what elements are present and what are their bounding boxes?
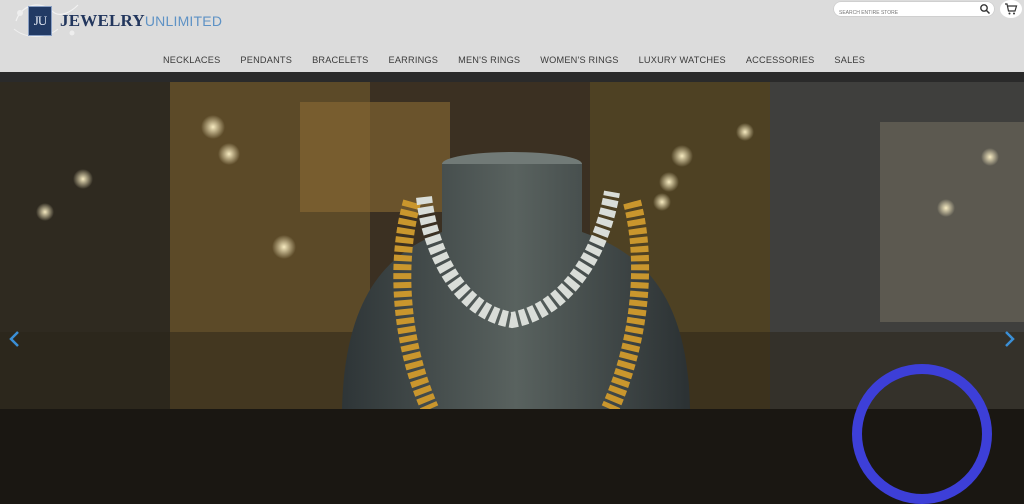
necklace-display-image bbox=[0, 82, 1024, 409]
nav-item-necklaces[interactable]: NECKLACES bbox=[163, 50, 220, 70]
nav-item-earrings[interactable]: EARRINGS bbox=[389, 50, 439, 70]
nav-item-sales[interactable]: SALES bbox=[834, 50, 865, 70]
search-box bbox=[833, 1, 995, 21]
search-input[interactable] bbox=[837, 5, 971, 21]
cart-button[interactable] bbox=[1000, 0, 1022, 18]
nav-item-pendants[interactable]: PENDANTS bbox=[240, 50, 292, 70]
nav-item-accessories[interactable]: ACCESSORIES bbox=[746, 50, 815, 70]
logo-mark: JU bbox=[28, 6, 52, 36]
chevron-right-icon[interactable] bbox=[1000, 330, 1018, 348]
nav-item-mens-rings[interactable]: MEN'S RINGS bbox=[458, 50, 520, 70]
brand-name: JEWELRYUNLIMITED bbox=[60, 11, 222, 31]
nav-item-luxury-watches[interactable]: LUXURY WATCHES bbox=[639, 50, 726, 70]
brand-name-part2: UNLIMITED bbox=[144, 13, 223, 29]
nav-item-womens-rings[interactable]: WOMEN'S RINGS bbox=[540, 50, 618, 70]
hero-slider bbox=[0, 82, 1024, 409]
search-icon[interactable] bbox=[979, 3, 991, 15]
cart-icon bbox=[1005, 3, 1018, 15]
header-divider bbox=[0, 72, 1024, 82]
promo-badge-ring bbox=[852, 364, 992, 504]
nav-item-bracelets[interactable]: BRACELETS bbox=[312, 50, 368, 70]
site-header: JU JEWELRYUNLIMITED NECKLACES PENDANTS B… bbox=[0, 0, 1024, 72]
main-navigation: NECKLACES PENDANTS BRACELETS EARRINGS ME… bbox=[0, 50, 1024, 70]
brand-logo[interactable]: JU JEWELRYUNLIMITED bbox=[13, 3, 222, 39]
chevron-left-icon[interactable] bbox=[6, 330, 24, 348]
